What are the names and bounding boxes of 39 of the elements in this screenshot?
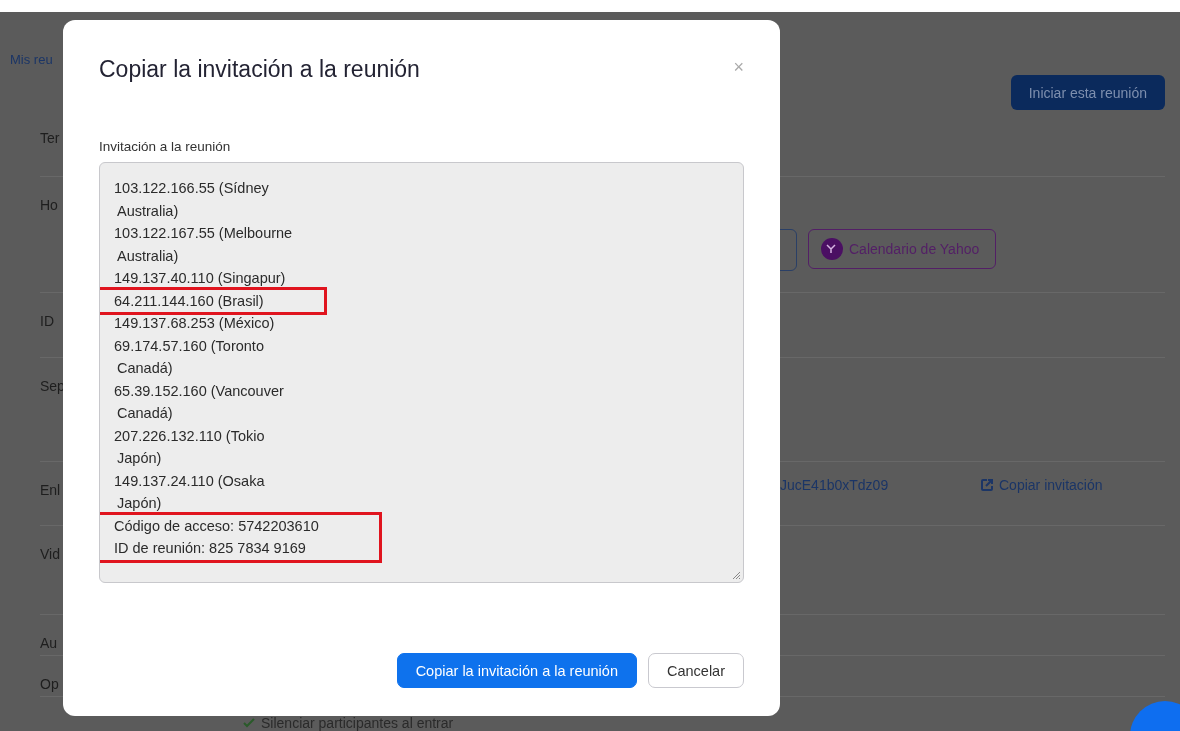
calendar-logo-icon bbox=[821, 237, 843, 260]
row-label: Op bbox=[40, 676, 59, 693]
invitation-line: 65.39.152.160 (Vancouver bbox=[114, 381, 284, 401]
row-label: Enl bbox=[40, 482, 61, 499]
start-meeting-button[interactable]: Iniciar esta reunión bbox=[1010, 75, 1165, 110]
row-label: ID bbox=[40, 312, 54, 329]
invitation-line: Código de acceso: 5742203610 bbox=[114, 516, 319, 536]
invitation-line: 149.137.68.253 (México) bbox=[114, 314, 276, 333]
invitation-line: Japón) bbox=[116, 494, 163, 513]
close-button[interactable]: × bbox=[733, 58, 744, 76]
check-icon[interactable] bbox=[243, 718, 255, 728]
invitation-text-area[interactable] bbox=[99, 162, 744, 583]
invitation-line: Japón) bbox=[116, 449, 163, 468]
breadcrumb-link[interactable]: Mis reu bbox=[10, 52, 53, 67]
invitation-line: Australia) bbox=[116, 201, 180, 221]
invitation-line: 69.174.57.160 (Toronto bbox=[114, 336, 265, 356]
invitation-line: ID de reunión: 825 7834 9169 bbox=[114, 539, 307, 558]
copy-invitation-button[interactable]: Copiar la invitación a la reunión bbox=[396, 653, 637, 688]
invitation-line: 149.137.24.110 (Osaka bbox=[114, 471, 266, 491]
invitation-line: Canadá) bbox=[116, 359, 174, 378]
invitation-line: Canadá) bbox=[116, 404, 174, 423]
calendar-button[interactable]: Calendario de Yahoo bbox=[808, 228, 997, 269]
resize-grip-icon bbox=[731, 570, 741, 580]
invitation-line: 207.226.132.110 (Tokio bbox=[114, 426, 266, 446]
row-label: Au bbox=[40, 635, 58, 652]
row-label: Vid bbox=[40, 546, 60, 563]
invitation-line: 64.211.144.160 (Brasil) bbox=[114, 291, 264, 311]
invitation-line: 103.122.166.55 (Sídney bbox=[114, 179, 270, 198]
invitation-line: Australia) bbox=[116, 246, 180, 266]
copy-invitation-link[interactable]: Copiar invitación bbox=[980, 477, 1103, 494]
cancel-button[interactable]: Cancelar bbox=[647, 653, 744, 688]
row-label: Ho bbox=[40, 196, 58, 213]
invitation-line: 103.122.167.55 (Melbourne bbox=[114, 224, 293, 243]
meeting-link[interactable]: JucE41b0xTdz09 bbox=[780, 477, 889, 494]
field-label: Invitación a la reunión bbox=[99, 139, 232, 154]
dialog-title: Copiar la invitación a la reunión bbox=[99, 56, 420, 83]
invitation-line: 149.137.40.110 (Singapur) bbox=[114, 269, 287, 288]
share-icon bbox=[980, 478, 994, 493]
row-label: Ter bbox=[40, 130, 60, 146]
